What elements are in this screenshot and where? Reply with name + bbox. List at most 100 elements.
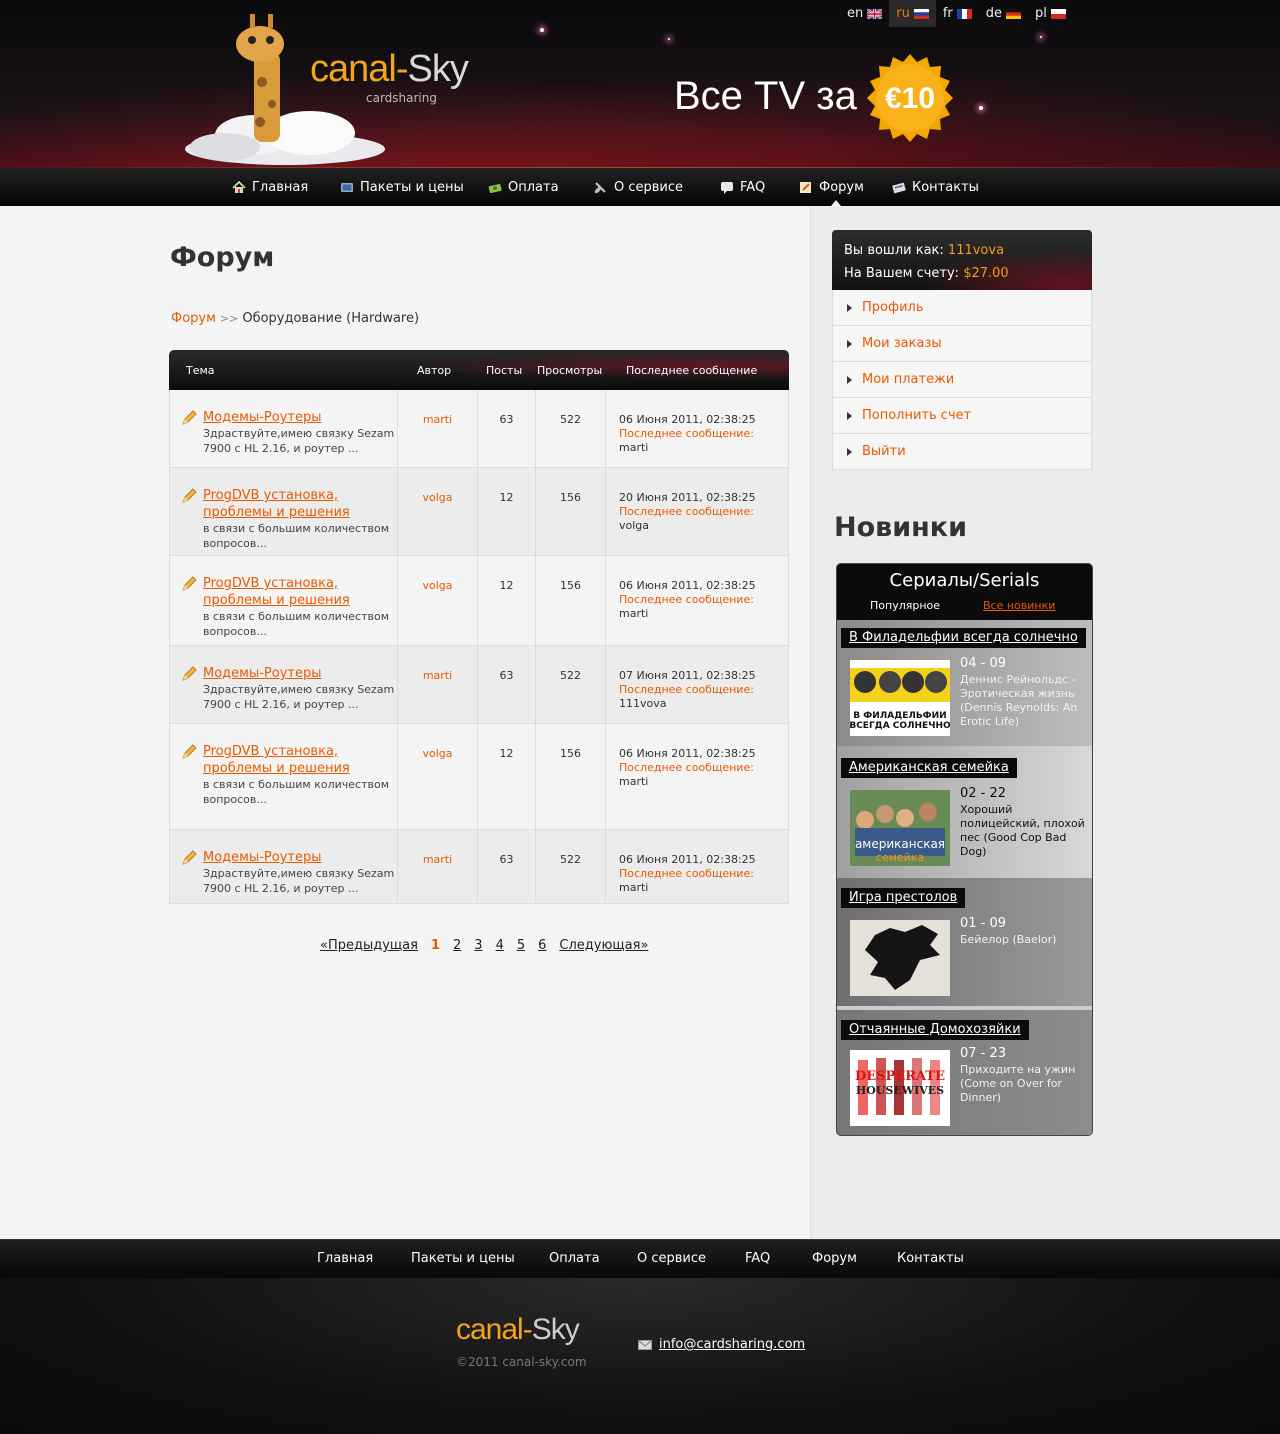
star-decoration	[668, 38, 670, 40]
pager-page-current[interactable]: 1	[431, 938, 440, 953]
footer-link-contacts[interactable]: Контакты	[897, 1251, 964, 1266]
topic-title-link[interactable]: Модемы-Роутеры	[203, 849, 397, 866]
pager-next-link[interactable]: Следующая»	[559, 938, 648, 953]
topic-title-link[interactable]: ProgDVB установка, проблемы и решения	[203, 487, 397, 521]
serial-title-link[interactable]: В Филадельфии всегда солнечно	[841, 628, 1086, 648]
footer-link-payment[interactable]: Оплата	[549, 1251, 600, 1266]
france-flag-icon	[956, 8, 972, 19]
serial-episode-name: Хороший полицейский, плохой пес (Good Co…	[960, 803, 1085, 858]
breadcrumb-link-forum[interactable]: Форум	[171, 311, 216, 326]
footer-link-about[interactable]: О сервисе	[637, 1251, 706, 1266]
pager-prev-link[interactable]: «Предыдущая	[320, 938, 418, 953]
serial-poster: В ФИЛАДЕЛЬФИИ ВСЕГДА СОЛНЕЧНО	[850, 660, 950, 736]
menu-item-topup[interactable]: Пополнить счет	[832, 398, 1092, 434]
last-message-link[interactable]: Последнее сообщение:	[619, 427, 754, 440]
last-message-link[interactable]: Последнее сообщение:	[619, 683, 754, 696]
tv-icon	[341, 182, 353, 192]
pager-page-link[interactable]: 2	[453, 938, 461, 953]
menu-item-payments[interactable]: Мои платежи	[832, 362, 1092, 398]
footer-email-link[interactable]: info@cardsharing.com	[638, 1337, 805, 1352]
serial-item[interactable]: Отчаянные Домохозяйки DESPERATE HOUSEWIVE…	[837, 1010, 1092, 1135]
topic-title-link[interactable]: ProgDVB установка, проблемы и решения	[203, 575, 397, 609]
nav-item-home[interactable]: Главная	[232, 168, 308, 206]
footer-logo-main: canal-	[456, 1313, 533, 1346]
menu-item-profile[interactable]: Профиль	[832, 290, 1092, 326]
svg-text:ВСЕГДА СОЛНЕЧНО: ВСЕГДА СОЛНЕЧНО	[850, 721, 950, 731]
serial-item[interactable]: В Филадельфии всегда солнечно В ФИЛАДЕЛЬ…	[837, 620, 1092, 746]
nav-item-packages[interactable]: Пакеты и цены	[340, 168, 464, 206]
serial-item[interactable]: Американская семейка американская семейка…	[837, 746, 1092, 878]
footer-link-packages[interactable]: Пакеты и цены	[411, 1251, 515, 1266]
nav-item-contacts[interactable]: Контакты	[892, 168, 979, 206]
serial-poster	[850, 920, 950, 996]
pencil-icon	[182, 410, 197, 425]
footer-link-home[interactable]: Главная	[317, 1251, 373, 1266]
site-header: canal-Sky cardsharing en ru fr de pl Все…	[0, 0, 1280, 168]
nav-item-payment[interactable]: Оплата	[488, 168, 559, 206]
menu-item-orders[interactable]: Мои заказы	[832, 326, 1092, 362]
topic-title-link[interactable]: Модемы-Роутеры	[203, 665, 397, 682]
serial-title-link[interactable]: Американская семейка	[841, 758, 1017, 778]
star-decoration	[1040, 36, 1042, 38]
views-count: 156	[536, 468, 606, 555]
lang-en[interactable]: en	[840, 0, 889, 27]
footer-logo[interactable]: canal-Sky	[456, 1313, 580, 1347]
author-link[interactable]: marti	[423, 669, 452, 682]
last-message-user: marti	[619, 775, 649, 788]
lang-ru[interactable]: ru	[889, 0, 936, 27]
nav-item-about[interactable]: О сервисе	[594, 168, 683, 206]
lang-de[interactable]: de	[979, 0, 1028, 27]
last-message-link[interactable]: Последнее сообщение:	[619, 761, 754, 774]
tab-all-new[interactable]: Все новинки	[983, 599, 1055, 612]
views-count: 156	[536, 724, 606, 829]
footer-nav: Главная Пакеты и цены Оплата О сервисе F…	[0, 1239, 1280, 1278]
direwolf-sigil-icon	[850, 920, 950, 996]
breadcrumb: Форум >> Оборудование (Hardware)	[171, 311, 419, 326]
logo-text-main: canal-	[310, 48, 408, 90]
footer-link-faq[interactable]: FAQ	[745, 1251, 770, 1266]
lang-code: ru	[896, 6, 910, 21]
author-link[interactable]: volga	[422, 579, 452, 592]
site-logo[interactable]: canal-Sky	[310, 48, 469, 91]
last-message-link[interactable]: Последнее сообщение:	[619, 593, 754, 606]
topic-title-link[interactable]: ProgDVB установка, проблемы и решения	[203, 743, 397, 777]
lang-fr[interactable]: fr	[936, 0, 979, 27]
pager-page-link[interactable]: 5	[517, 938, 525, 953]
forum-topics-table: Тема Автор Посты Просмотры Последнее соо…	[169, 350, 789, 904]
price-badge[interactable]: €10	[864, 52, 956, 144]
serial-episode-name: Приходите на ужин (Come on Over for Dinn…	[960, 1063, 1076, 1104]
menu-item-logout[interactable]: Выйти	[832, 434, 1092, 470]
column-header-posts: Посты	[486, 364, 523, 377]
author-link[interactable]: volga	[422, 491, 452, 504]
footer-link-forum[interactable]: Форум	[812, 1251, 857, 1266]
serial-item[interactable]: Игра престолов 01 - 09 Бейелор (Baelor)	[837, 878, 1092, 1006]
topic-description: Здраствуйте,имею связку Sezam 7900 с HL …	[203, 427, 395, 455]
lang-pl[interactable]: pl	[1028, 0, 1073, 27]
username: 111vova	[947, 243, 1005, 258]
menu-label: Профиль	[862, 300, 924, 315]
author-link[interactable]: marti	[423, 853, 452, 866]
account-balance: $27.00	[963, 266, 1009, 281]
last-message-user: volga	[619, 519, 650, 532]
topic-cell: ProgDVB установка, проблемы и решения в с…	[170, 724, 398, 829]
last-message-user: 111vova	[619, 697, 667, 710]
nav-label: Контакты	[912, 179, 979, 195]
author-link[interactable]: volga	[422, 747, 452, 760]
last-message-link[interactable]: Последнее сообщение:	[619, 505, 754, 518]
author-cell: marti	[398, 646, 478, 723]
last-message-cell: 06 Июня 2011, 02:38:25 Последнее сообщени…	[606, 390, 790, 467]
posts-count: 12	[478, 468, 536, 555]
pager-page-link[interactable]: 3	[474, 938, 482, 953]
last-message-link[interactable]: Последнее сообщение:	[619, 867, 754, 880]
tab-popular[interactable]: Популярное	[870, 599, 940, 612]
author-link[interactable]: marti	[423, 413, 452, 426]
serial-title-link[interactable]: Игра престолов	[841, 888, 966, 908]
pager-page-link[interactable]: 6	[538, 938, 546, 953]
pager-page-link[interactable]: 4	[496, 938, 504, 953]
nav-item-faq[interactable]: FAQ	[720, 168, 765, 206]
account-menu: Профиль Мои заказы Мои платежи Пополнить…	[832, 290, 1092, 470]
serial-title-link[interactable]: Отчаянные Домохозяйки	[841, 1020, 1029, 1040]
column-header-last-message: Последнее сообщение	[626, 364, 758, 377]
satellite-icon	[594, 181, 606, 193]
topic-title-link[interactable]: Модемы-Роутеры	[203, 409, 397, 426]
